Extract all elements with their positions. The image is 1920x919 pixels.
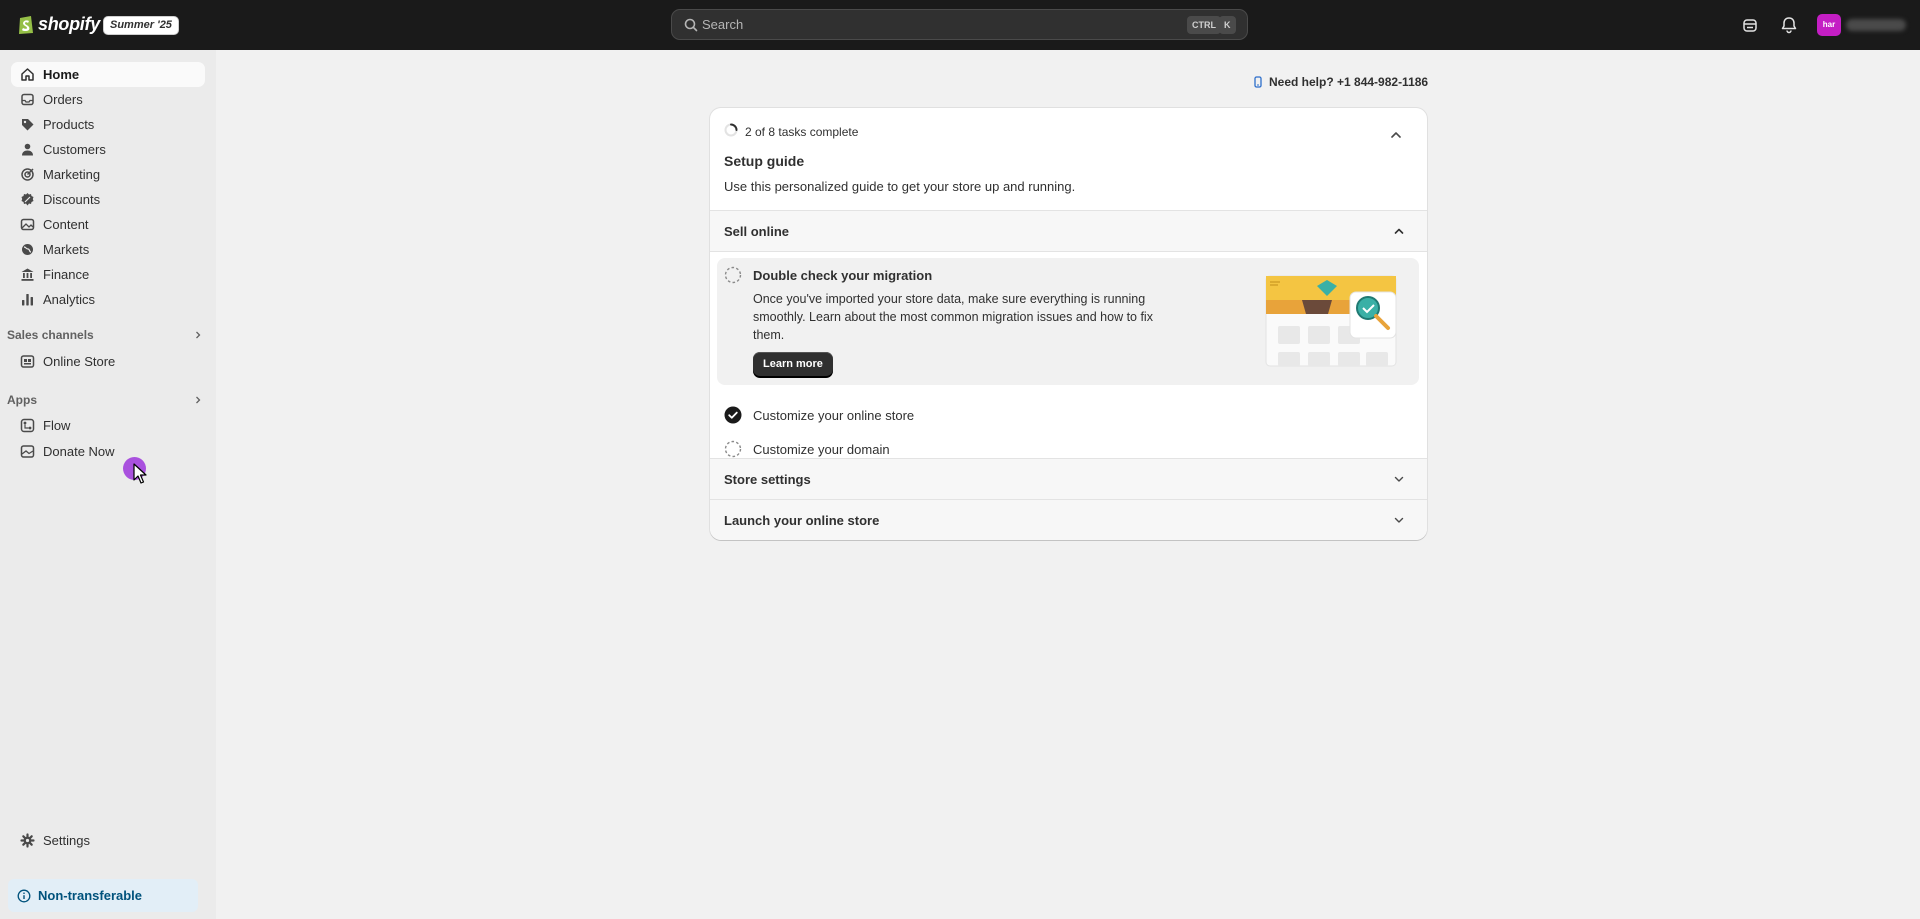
sidebar-item-label: Donate Now xyxy=(43,444,115,459)
app-icon xyxy=(20,445,35,458)
sidebar-item-donate-now[interactable]: Donate Now xyxy=(11,439,205,464)
storefront-icon xyxy=(20,355,35,368)
image-icon xyxy=(20,218,35,231)
guide-subtitle: Use this personalized guide to get your … xyxy=(724,179,1076,194)
migration-illustration xyxy=(1265,275,1397,367)
section-launch-store[interactable]: Launch your online store xyxy=(710,500,1427,540)
sales-channels-label: Sales channels xyxy=(7,328,94,342)
sidebar-item-label: Finance xyxy=(43,267,90,282)
inbox-icon xyxy=(21,93,34,106)
sidebar-item-orders[interactable]: Orders xyxy=(11,87,205,112)
task-title: Customize your domain xyxy=(753,442,890,457)
apps-label: Apps xyxy=(7,393,37,407)
sidebar-item-analytics[interactable]: Analytics xyxy=(11,287,205,312)
bar-chart-icon xyxy=(22,294,33,306)
help-label: Need help? +1 844-982-1186 xyxy=(1269,75,1429,89)
setup-guide-card: 2 of 8 tasks complete Setup guide Use th… xyxy=(710,108,1427,540)
section-label: Sell online xyxy=(724,224,790,239)
help-contact[interactable]: Need help? +1 844-982-1186 xyxy=(1246,70,1436,94)
apps-heading[interactable]: Apps xyxy=(7,390,207,410)
section-store-settings[interactable]: Store settings xyxy=(710,459,1427,499)
section-sell-online[interactable]: Sell online xyxy=(710,211,1427,251)
task-description: Once you've imported your store data, ma… xyxy=(753,292,1153,342)
sidebar-item-flow[interactable]: Flow xyxy=(11,413,205,438)
guide-title: Setup guide xyxy=(724,153,805,169)
flow-icon xyxy=(20,418,35,433)
shopify-logo[interactable]: shopify xyxy=(18,13,100,35)
search-input[interactable] xyxy=(702,10,1102,39)
avatar[interactable]: har xyxy=(1817,14,1841,36)
sidebar-item-finance[interactable]: Finance xyxy=(11,262,205,287)
sidebar-item-content[interactable]: Content xyxy=(11,212,205,237)
sidebar: Home Orders Products Customers Marketing… xyxy=(0,50,216,919)
incomplete-task-icon[interactable] xyxy=(724,440,742,458)
progress-ring-icon xyxy=(724,123,738,137)
search-bar[interactable]: CTRL K xyxy=(671,9,1248,40)
chevron-down-icon xyxy=(1394,517,1404,523)
gear-icon xyxy=(20,833,35,848)
task-title: Double check your migration xyxy=(753,268,933,283)
sidebar-item-settings[interactable]: Settings xyxy=(11,828,205,853)
store-icon[interactable] xyxy=(1740,15,1760,35)
chevron-right-icon xyxy=(196,396,201,404)
task-migration[interactable]: Double check your migration Once you've … xyxy=(717,258,1419,385)
sidebar-item-label: Discounts xyxy=(43,192,101,207)
progress-text: 2 of 8 tasks complete xyxy=(745,125,859,139)
non-transferable-label: Non-transferable xyxy=(38,888,143,903)
bank-icon xyxy=(21,268,34,281)
logo-text: shopify xyxy=(38,13,100,34)
chevron-up-icon xyxy=(1394,228,1404,234)
sidebar-item-label: Settings xyxy=(43,833,90,848)
non-transferable-banner[interactable]: Non-transferable xyxy=(8,879,198,912)
task-customize-store[interactable]: Customize your online store xyxy=(710,400,1427,430)
sidebar-item-label: Flow xyxy=(43,418,71,433)
learn-more-button[interactable]: Learn more xyxy=(753,352,833,376)
store-name-redacted[interactable] xyxy=(1846,19,1906,31)
task-title: Customize your online store xyxy=(753,408,915,423)
incomplete-task-icon[interactable] xyxy=(724,266,742,284)
globe-icon xyxy=(22,244,33,255)
section-label: Launch your online store xyxy=(724,513,880,528)
sales-channels-heading[interactable]: Sales channels xyxy=(7,325,207,345)
sidebar-item-label: Home xyxy=(43,67,80,82)
sidebar-item-label: Markets xyxy=(43,242,90,257)
sidebar-item-home[interactable]: Home xyxy=(11,62,205,87)
sidebar-item-discounts[interactable]: Discounts xyxy=(11,187,205,212)
sidebar-item-label: Customers xyxy=(43,142,106,157)
person-icon xyxy=(22,143,33,156)
sidebar-item-customers[interactable]: Customers xyxy=(11,137,205,162)
sidebar-item-marketing[interactable]: Marketing xyxy=(11,162,205,187)
sidebar-item-label: Online Store xyxy=(43,354,116,369)
phone-icon xyxy=(1254,76,1262,88)
bell-icon[interactable] xyxy=(1779,15,1799,35)
chevron-down-icon xyxy=(1394,476,1404,482)
check-circle-icon[interactable] xyxy=(724,406,742,424)
top-bar: shopify Summer '25 CTRL K har xyxy=(0,0,1920,50)
edition-badge[interactable]: Summer '25 xyxy=(103,16,179,35)
sidebar-item-markets[interactable]: Markets xyxy=(11,237,205,262)
shortcut-k-key: K xyxy=(1219,16,1236,34)
home-icon xyxy=(21,68,34,81)
sidebar-item-label: Content xyxy=(43,217,89,232)
discount-icon xyxy=(21,193,34,206)
sidebar-item-label: Orders xyxy=(43,92,83,107)
sidebar-item-products[interactable]: Products xyxy=(11,112,205,137)
mouse-pointer-icon xyxy=(133,463,147,484)
section-label: Store settings xyxy=(724,472,811,487)
sidebar-item-label: Products xyxy=(43,117,95,132)
chevron-right-icon xyxy=(196,331,201,339)
info-icon xyxy=(17,889,31,903)
collapse-guide-button[interactable] xyxy=(1388,127,1404,143)
shortcut-ctrl-key: CTRL xyxy=(1187,16,1221,34)
sidebar-item-label: Marketing xyxy=(43,167,101,182)
divider xyxy=(710,251,1427,252)
tag-icon xyxy=(22,119,34,131)
target-icon xyxy=(21,168,34,181)
search-icon xyxy=(684,18,698,32)
sidebar-item-label: Analytics xyxy=(43,292,96,307)
sidebar-item-online-store[interactable]: Online Store xyxy=(11,349,205,374)
shopify-bag-icon xyxy=(19,16,33,34)
